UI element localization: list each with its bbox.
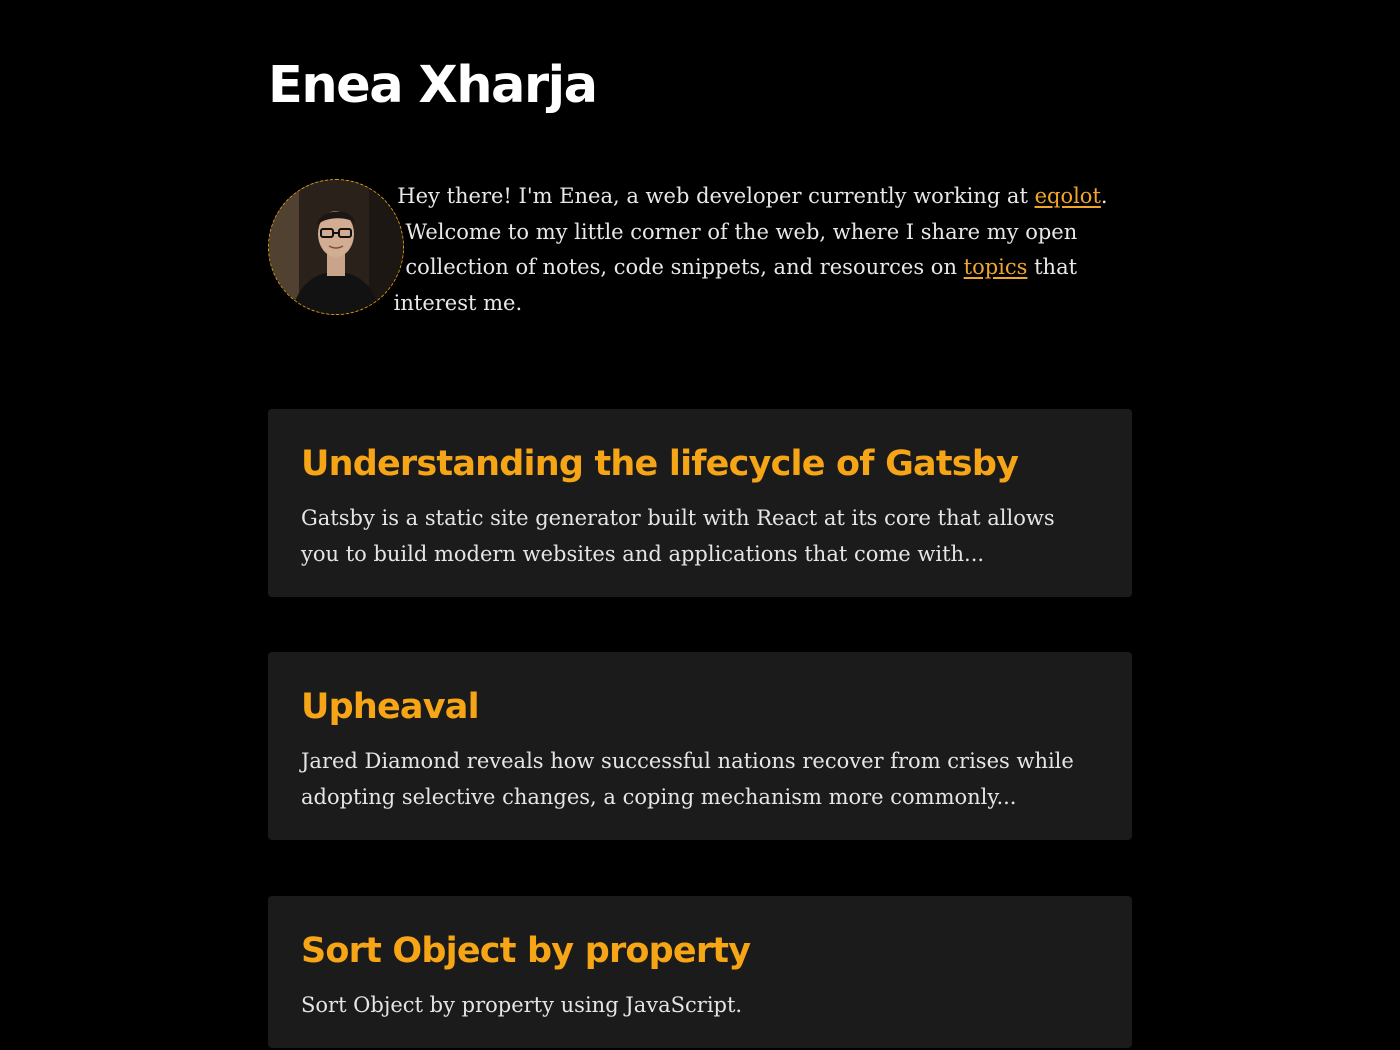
post-title[interactable]: Upheaval [301,680,1099,734]
post-title[interactable]: Sort Object by property [301,924,1099,978]
bio-section: Hey there! I'm Enea, a web developer cur… [268,179,1132,321]
avatar [268,179,404,315]
bio-text-part-1: Hey there! I'm Enea, a web developer cur… [397,184,1035,208]
topics-link[interactable]: topics [964,255,1028,279]
post-excerpt: Sort Object by property using JavaScript… [301,993,743,1017]
post-card[interactable]: Upheaval Jared Diamond reveals how succe… [268,652,1132,840]
post-card[interactable]: Understanding the lifecycle of Gatsby Ga… [268,409,1132,597]
employer-link[interactable]: eqolot [1035,184,1101,208]
avatar-portrait [269,180,403,314]
post-excerpt: Gatsby is a static site generator built … [301,506,1055,566]
site-title[interactable]: Enea Xharja [268,52,598,120]
post-title[interactable]: Understanding the lifecycle of Gatsby [301,437,1099,491]
post-excerpt: Jared Diamond reveals how successful nat… [301,749,1074,809]
post-card[interactable]: Sort Object by property Sort Object by p… [268,896,1132,1048]
